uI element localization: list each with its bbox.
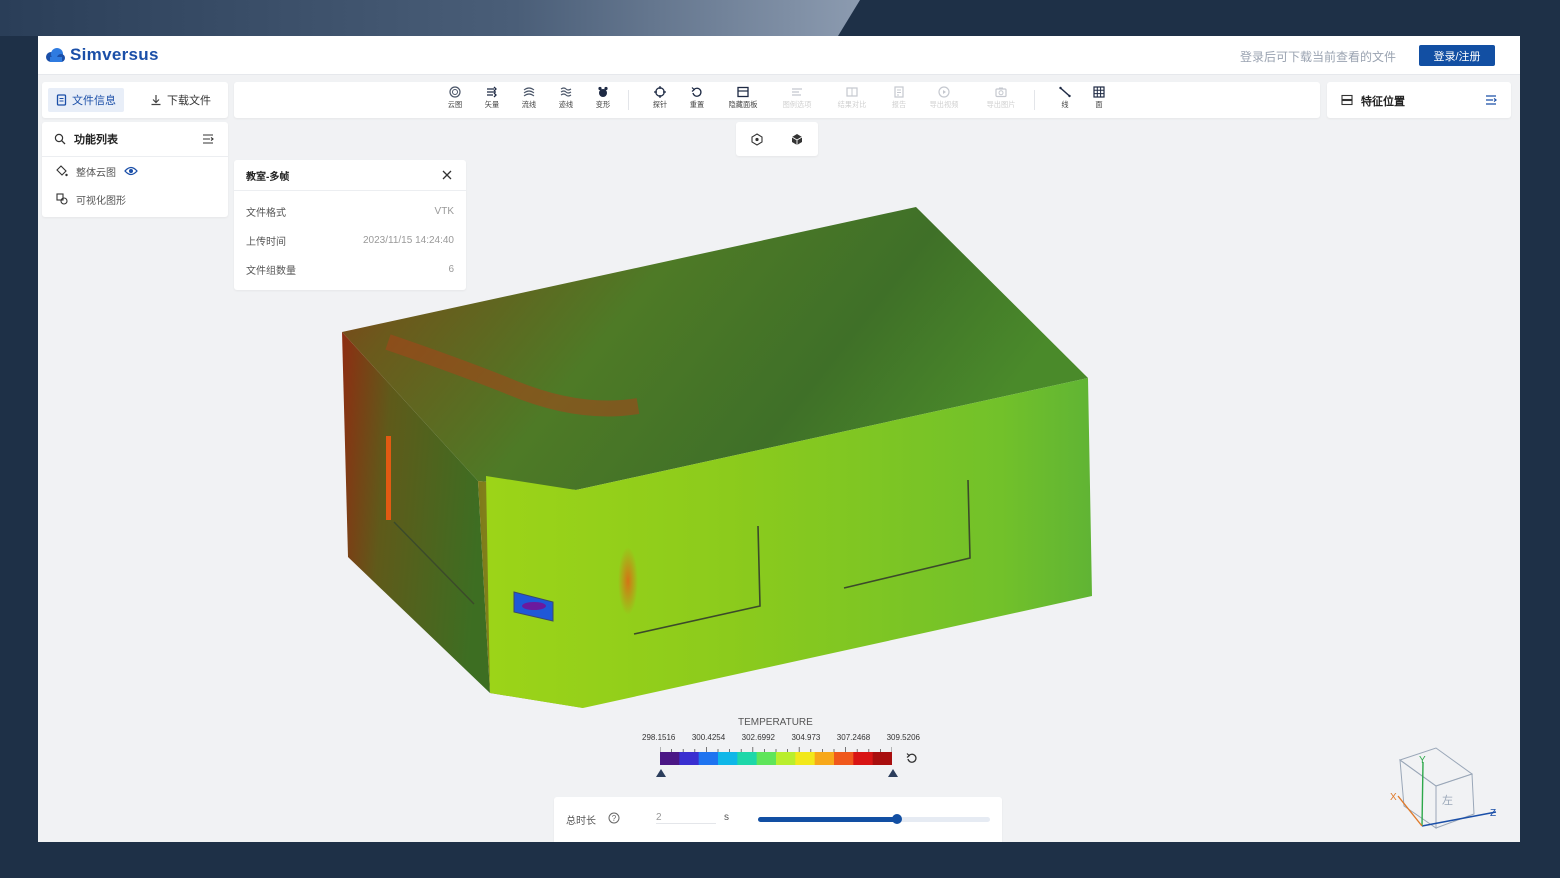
cold-core xyxy=(522,602,546,610)
legend-tick-labels: 298.1516 300.4254 302.6992 304.973 307.2… xyxy=(642,733,920,742)
app-window: Simversus 登录后可下载当前查看的文件 登录/注册 文件信息 下载文件 … xyxy=(38,36,1520,842)
orientation-cube[interactable] xyxy=(1397,747,1497,829)
axis-label-z: Z xyxy=(1490,808,1497,819)
legend-color-swatch xyxy=(698,752,719,765)
legend-tick-label: 300.4254 xyxy=(691,733,726,742)
axis-label-x: X xyxy=(1390,792,1397,803)
heater-strip xyxy=(386,436,391,520)
help-icon[interactable]: ? xyxy=(608,812,620,824)
background-stripe xyxy=(0,0,860,36)
cube-face-label: 左 xyxy=(1442,795,1453,807)
legend-color-swatch xyxy=(872,752,892,765)
legend-color-swatch xyxy=(853,752,874,765)
duration-input[interactable]: 2 xyxy=(656,812,716,824)
timeline-slider-fill xyxy=(758,817,898,822)
legend-color-swatch xyxy=(679,752,700,765)
legend-color-swatch xyxy=(776,752,796,765)
legend-tick-label: 304.973 xyxy=(791,733,821,742)
timeline-slider[interactable] xyxy=(758,814,990,824)
legend-tick-label: 302.6992 xyxy=(741,733,775,742)
legend-title: TEMPERATURE xyxy=(738,717,813,728)
legend-tick-label: 307.2468 xyxy=(836,733,871,742)
legend-color-bar xyxy=(660,747,892,765)
timeline-slider-thumb[interactable] xyxy=(892,814,903,824)
legend-color-swatch xyxy=(834,752,854,765)
legend-color-swatch xyxy=(756,752,777,765)
timeline-panel: 总时长 ? 2 s xyxy=(554,797,1002,842)
legend-tick-label: 309.5206 xyxy=(886,733,920,742)
legend-color-swatch xyxy=(814,752,835,765)
legend-tick-label: 298.1516 xyxy=(642,733,676,742)
svg-text:?: ? xyxy=(612,814,617,823)
legend-max-handle[interactable] xyxy=(888,769,898,777)
legend-color-swatch xyxy=(737,752,758,765)
hot-spot xyxy=(618,547,638,615)
legend-color-swatch xyxy=(718,752,738,765)
legend-reset-icon[interactable] xyxy=(906,752,918,764)
legend-color-swatch xyxy=(660,752,680,765)
axis-label-y: Y xyxy=(1419,755,1426,766)
total-duration-label: 总时长 xyxy=(566,816,596,827)
duration-unit: s xyxy=(724,812,729,823)
legend-color-swatch xyxy=(795,752,816,765)
legend-min-handle[interactable] xyxy=(656,769,666,777)
